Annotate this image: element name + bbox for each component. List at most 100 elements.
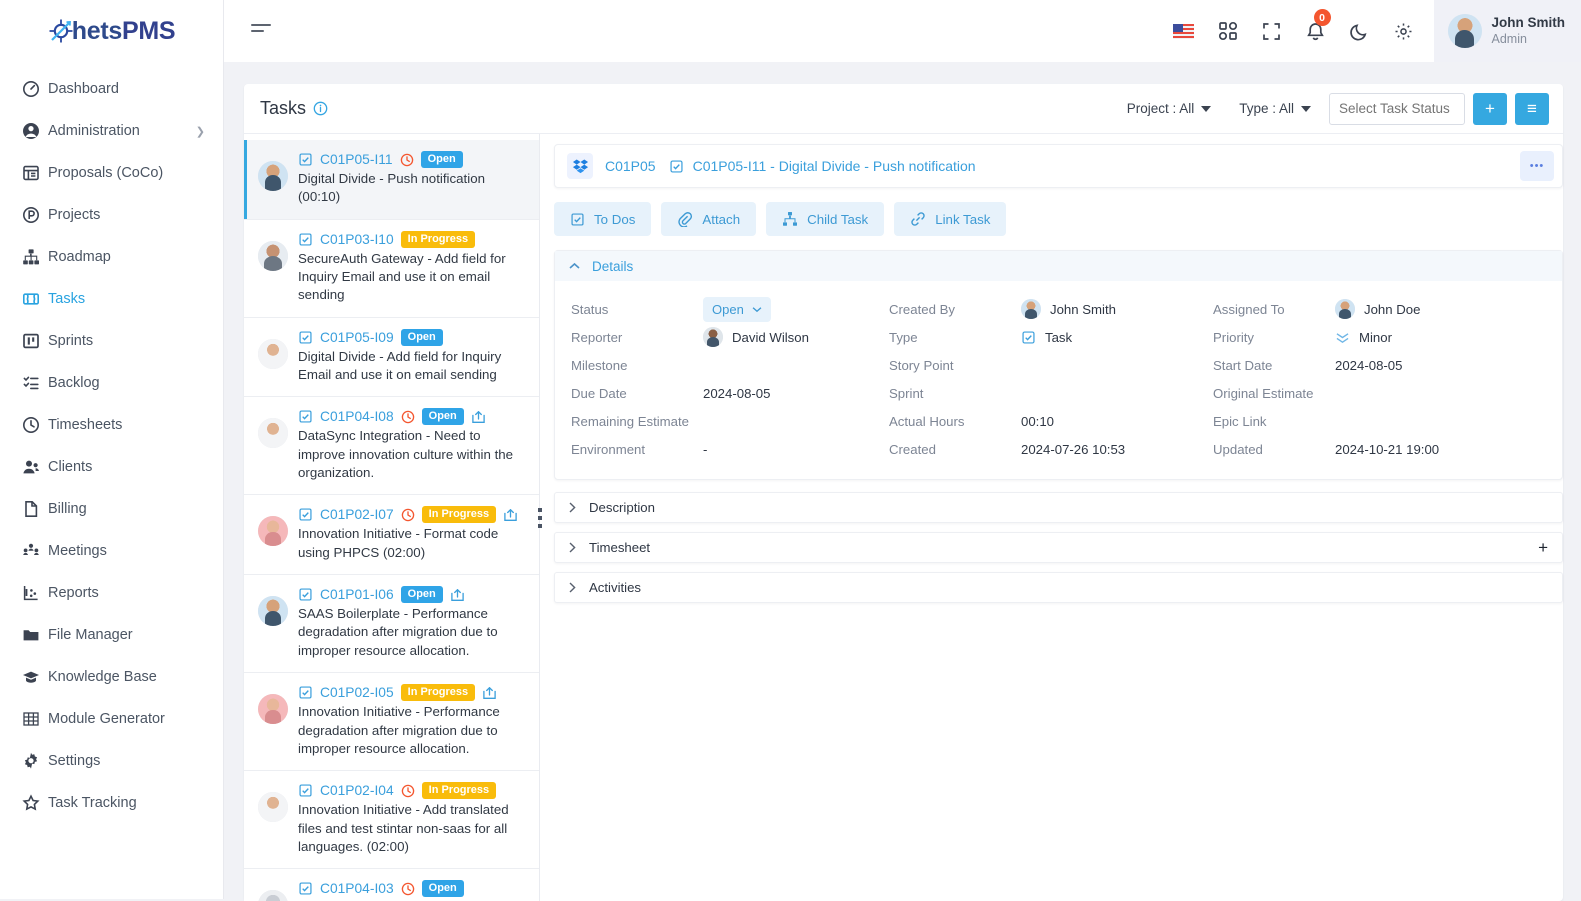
task-list-item[interactable]: C01P04-I08 Open DataSync Integration - Nee…	[244, 397, 539, 495]
task-key[interactable]: C01P05-I09	[320, 330, 394, 345]
open-external-icon[interactable]	[450, 588, 465, 602]
task-key[interactable]: C01P04-I03	[320, 881, 394, 896]
reports-icon	[22, 584, 48, 602]
task-detail-pane: C01P05 C01P05-I11 - Digital Divide - Pus…	[552, 134, 1563, 901]
status-dropdown[interactable]: Open	[703, 297, 771, 322]
profile-menu[interactable]: John Smith Admin	[1434, 0, 1581, 62]
field-value-story-point	[1021, 351, 1213, 379]
open-external-icon[interactable]	[471, 410, 486, 424]
task-list-item[interactable]: C01P01-I06OpenSAAS Boilerplate - Perform…	[244, 575, 539, 673]
task-list-item[interactable]: C01P04-I03OpenDataSync Integration - Add…	[244, 869, 539, 901]
task-key[interactable]: C01P02-I05	[320, 685, 394, 700]
sidebar-item-projects[interactable]: Projects	[0, 194, 223, 236]
task-status-select-input[interactable]	[1329, 93, 1465, 125]
add-task-button[interactable]: +	[1473, 93, 1507, 125]
status-badge: In Progress	[401, 231, 476, 248]
gear-icon[interactable]	[1382, 0, 1426, 62]
page-toolbar: Project : All Type : All + ≡	[1113, 93, 1549, 125]
sidebar-item-tasks[interactable]: Tasks	[0, 278, 223, 320]
tab-to-dos[interactable]: To Dos	[554, 202, 651, 236]
task-action-tabs: To Dos Attach Child Task Link Task	[554, 202, 1563, 236]
bell-icon[interactable]: 0	[1294, 0, 1338, 62]
details-section-header[interactable]: Details	[555, 251, 1562, 281]
created-by-name: John Smith	[1050, 302, 1116, 317]
sidebar-item-label: Settings	[48, 753, 100, 769]
star-icon	[22, 794, 48, 812]
sidebar-item-label: Sprints	[48, 333, 93, 349]
sidebar-item-roadmap[interactable]: Roadmap	[0, 236, 223, 278]
app-logo[interactable]: hetsPMS	[0, 0, 223, 62]
apps-grid-icon[interactable]	[1206, 0, 1250, 62]
flag-us-icon[interactable]	[1162, 0, 1206, 62]
task-list-item[interactable]: C01P02-I07In ProgressInnovation Initiati…	[244, 495, 539, 575]
tasks-split-view: C01P05-I11OpenDigital Divide - Push noti…	[244, 134, 1563, 901]
section-timesheet[interactable]: Timesheet+	[554, 532, 1563, 563]
hamburger-icon[interactable]	[250, 21, 272, 42]
field-value-created-by: John Smith	[1021, 295, 1213, 323]
sidebar-item-reports[interactable]: Reports	[0, 572, 223, 614]
sidebar-item-proposals-coco[interactable]: Proposals (CoCo)	[0, 152, 223, 194]
sidebar-item-task-tracking[interactable]: Task Tracking	[0, 782, 223, 824]
detail-task-title[interactable]: C01P05-I11 - Digital Divide - Push notif…	[693, 158, 976, 174]
task-list-item[interactable]: C01P05-I09OpenDigital Divide - Add field…	[244, 318, 539, 398]
task-key[interactable]: C01P01-I06	[320, 587, 394, 602]
task-list-item[interactable]: C01P03-I10In ProgressSecureAuth Gateway …	[244, 220, 539, 318]
grid-icon	[22, 710, 48, 728]
moon-icon[interactable]	[1338, 0, 1382, 62]
task-type-icon	[298, 783, 313, 798]
open-external-icon[interactable]	[482, 686, 497, 700]
avatar	[1335, 299, 1355, 319]
status-badge: Open	[422, 408, 464, 425]
open-external-icon[interactable]	[503, 508, 518, 522]
project-filter-dropdown[interactable]: Project : All	[1113, 101, 1226, 116]
section-description[interactable]: Description	[554, 492, 1563, 523]
profile-role: Admin	[1492, 32, 1566, 48]
sidebar-item-sprints[interactable]: Sprints	[0, 320, 223, 362]
sidebar-item-settings[interactable]: Settings	[0, 740, 223, 782]
sidebar-item-knowledge-base[interactable]: Knowledge Base	[0, 656, 223, 698]
chevron-down-icon	[1301, 106, 1311, 112]
add-timesheet-button[interactable]: +	[1538, 539, 1548, 556]
sidebar-item-file-manager[interactable]: File Manager	[0, 614, 223, 656]
field-value-updated: 2024-10-21 19:00	[1335, 435, 1562, 463]
details-section: Details Status Open Created By	[554, 250, 1563, 480]
section-label: Activities	[589, 580, 641, 595]
sidebar-item-backlog[interactable]: Backlog	[0, 362, 223, 404]
list-options-button[interactable]: ≡	[1515, 93, 1549, 125]
task-key[interactable]: C01P04-I08	[320, 409, 394, 424]
tab-label: Child Task	[807, 212, 868, 227]
task-title: DataSync Integration - Need to improve i…	[298, 427, 529, 482]
detail-overflow-menu[interactable]: •••	[1520, 151, 1554, 181]
status-badge: Open	[421, 151, 463, 168]
info-icon[interactable]	[313, 101, 328, 116]
task-list-item[interactable]: C01P02-I04In ProgressInnovation Initiati…	[244, 771, 539, 869]
task-list-item[interactable]: C01P05-I11OpenDigital Divide - Push noti…	[244, 140, 539, 220]
task-list[interactable]: C01P05-I11OpenDigital Divide - Push noti…	[244, 134, 540, 901]
task-key[interactable]: C01P02-I04	[320, 783, 394, 798]
sidebar-item-timesheets[interactable]: Timesheets	[0, 404, 223, 446]
sidebar-item-administration[interactable]: Administration❯	[0, 110, 223, 152]
task-list-item[interactable]: C01P02-I05In ProgressInnovation Initiati…	[244, 673, 539, 771]
tab-link-task[interactable]: Link Task	[894, 202, 1006, 236]
sidebar-item-module-generator[interactable]: Module Generator	[0, 698, 223, 740]
tab-child-task[interactable]: Child Task	[766, 202, 884, 236]
sidebar-item-billing[interactable]: Billing	[0, 488, 223, 530]
detail-project-key[interactable]: C01P05	[605, 158, 656, 174]
field-value-epic-link	[1335, 407, 1562, 435]
sidebar-item-dashboard[interactable]: Dashboard	[0, 68, 223, 110]
sidebar-item-clients[interactable]: Clients	[0, 446, 223, 488]
projects-icon	[22, 206, 48, 224]
sidebar-item-meetings[interactable]: Meetings	[0, 530, 223, 572]
tab-attach[interactable]: Attach	[661, 202, 756, 236]
task-key[interactable]: C01P03-I10	[320, 232, 394, 247]
status-dropdown-value: Open	[712, 302, 744, 317]
type-filter-dropdown[interactable]: Type : All	[1225, 101, 1325, 116]
avatar	[258, 516, 288, 546]
task-type-icon	[298, 409, 313, 424]
fullscreen-icon[interactable]	[1250, 0, 1294, 62]
chevron-right-icon	[569, 542, 576, 553]
task-key[interactable]: C01P05-I11	[320, 152, 393, 167]
task-key[interactable]: C01P02-I07	[320, 507, 394, 522]
split-resize-handle[interactable]	[534, 134, 546, 901]
section-activities[interactable]: Activities	[554, 572, 1563, 603]
